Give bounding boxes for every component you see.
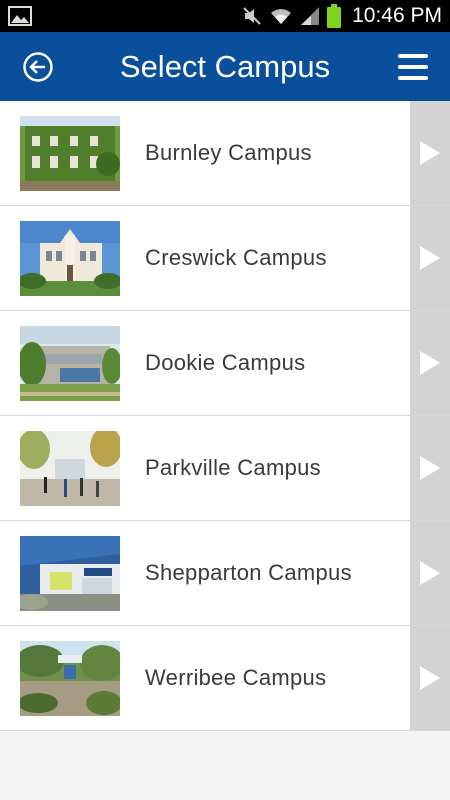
chevron-right-icon[interactable] xyxy=(410,206,450,310)
campus-row-burnley[interactable]: Burnley Campus xyxy=(0,101,450,206)
wifi-icon xyxy=(271,9,292,24)
campus-thumbnail-dookie xyxy=(20,326,120,401)
campus-row-werribee[interactable]: Werribee Campus xyxy=(0,626,450,731)
campus-label: Werribee Campus xyxy=(145,665,327,690)
campus-label: Dookie Campus xyxy=(145,350,306,375)
campus-list: Burnley Campus Creswick Campus Dookie Ca… xyxy=(0,101,450,731)
signal-icon xyxy=(301,7,320,25)
chevron-right-icon[interactable] xyxy=(410,416,450,520)
campus-row-shepparton[interactable]: Shepparton Campus xyxy=(0,521,450,626)
campus-label: Creswick Campus xyxy=(145,245,327,270)
mute-icon xyxy=(243,7,261,25)
status-bar: 10:46 PM xyxy=(0,0,450,32)
campus-thumbnail-shepparton xyxy=(20,536,120,611)
page-title: Select Campus xyxy=(119,49,331,84)
campus-row-parkville[interactable]: Parkville Campus xyxy=(0,416,450,521)
chevron-right-icon[interactable] xyxy=(410,626,450,730)
campus-row-creswick[interactable]: Creswick Campus xyxy=(0,206,450,311)
campus-thumbnail-werribee xyxy=(20,641,120,716)
chevron-right-icon[interactable] xyxy=(410,311,450,415)
gallery-icon xyxy=(8,6,32,26)
battery-icon xyxy=(327,4,342,28)
campus-thumbnail-parkville xyxy=(20,431,120,506)
campus-row-dookie[interactable]: Dookie Campus xyxy=(0,311,450,416)
campus-label: Shepparton Campus xyxy=(145,560,352,585)
campus-thumbnail-creswick xyxy=(20,221,120,296)
chevron-right-icon[interactable] xyxy=(410,521,450,625)
campus-label: Parkville Campus xyxy=(145,455,321,480)
app-bar: Select Campus xyxy=(0,32,450,101)
hamburger-menu-icon[interactable] xyxy=(398,54,428,80)
campus-thumbnail-burnley xyxy=(20,116,120,191)
status-time: 10:46 PM xyxy=(352,4,442,27)
campus-label: Burnley Campus xyxy=(145,140,312,165)
chevron-right-icon[interactable] xyxy=(410,101,450,205)
